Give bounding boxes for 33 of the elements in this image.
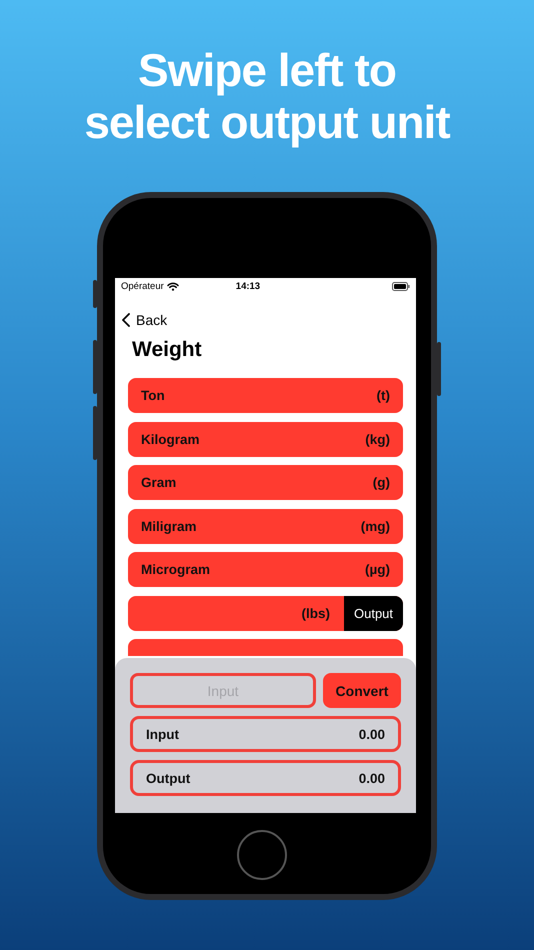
unit-name: Gram xyxy=(141,475,176,490)
carrier-name: Opérateur xyxy=(121,280,164,292)
unit-symbol: (mg) xyxy=(360,518,390,534)
output-button[interactable]: Output xyxy=(344,596,403,630)
status-time: 14:13 xyxy=(236,280,260,292)
unit-name: Kilogram xyxy=(141,432,200,446)
unit-symbol: (t) xyxy=(376,388,390,403)
unit-symbol: (g) xyxy=(372,475,390,490)
unit-symbol: (lbs) xyxy=(302,606,330,620)
back-button[interactable]: Back xyxy=(122,312,168,328)
headline: select output unit xyxy=(84,96,450,148)
unit-symbol: (kg) xyxy=(365,432,390,446)
wifi-icon xyxy=(166,282,179,290)
page-title: Weight xyxy=(132,338,203,362)
unit-row[interactable]: (lbs) Output xyxy=(128,596,403,630)
unit-row[interactable]: Ton (t) xyxy=(128,378,403,413)
unit-row[interactable]: Gram (g) xyxy=(128,465,403,500)
result-value: 0.00 xyxy=(358,770,385,786)
home-button[interactable] xyxy=(237,830,287,880)
convert-button[interactable]: Convert xyxy=(323,673,401,708)
result-value: 0.00 xyxy=(358,726,385,742)
unit-name: Miligram xyxy=(141,518,197,534)
result-label: Input xyxy=(146,726,179,742)
unit-row[interactable]: Microgram (µg) xyxy=(128,552,403,587)
unit-row[interactable]: Kilogram (kg) xyxy=(128,422,403,456)
battery-icon xyxy=(392,282,410,290)
headline: Swipe left to xyxy=(138,44,396,96)
unit-name: Microgram xyxy=(141,562,210,577)
unit-row[interactable]: Miligram (mg) xyxy=(128,508,403,544)
unit-symbol: (µg) xyxy=(364,562,390,577)
unit-name: Ton xyxy=(141,388,165,403)
result-label: Output xyxy=(146,770,190,786)
chevron-left-icon xyxy=(122,313,130,327)
